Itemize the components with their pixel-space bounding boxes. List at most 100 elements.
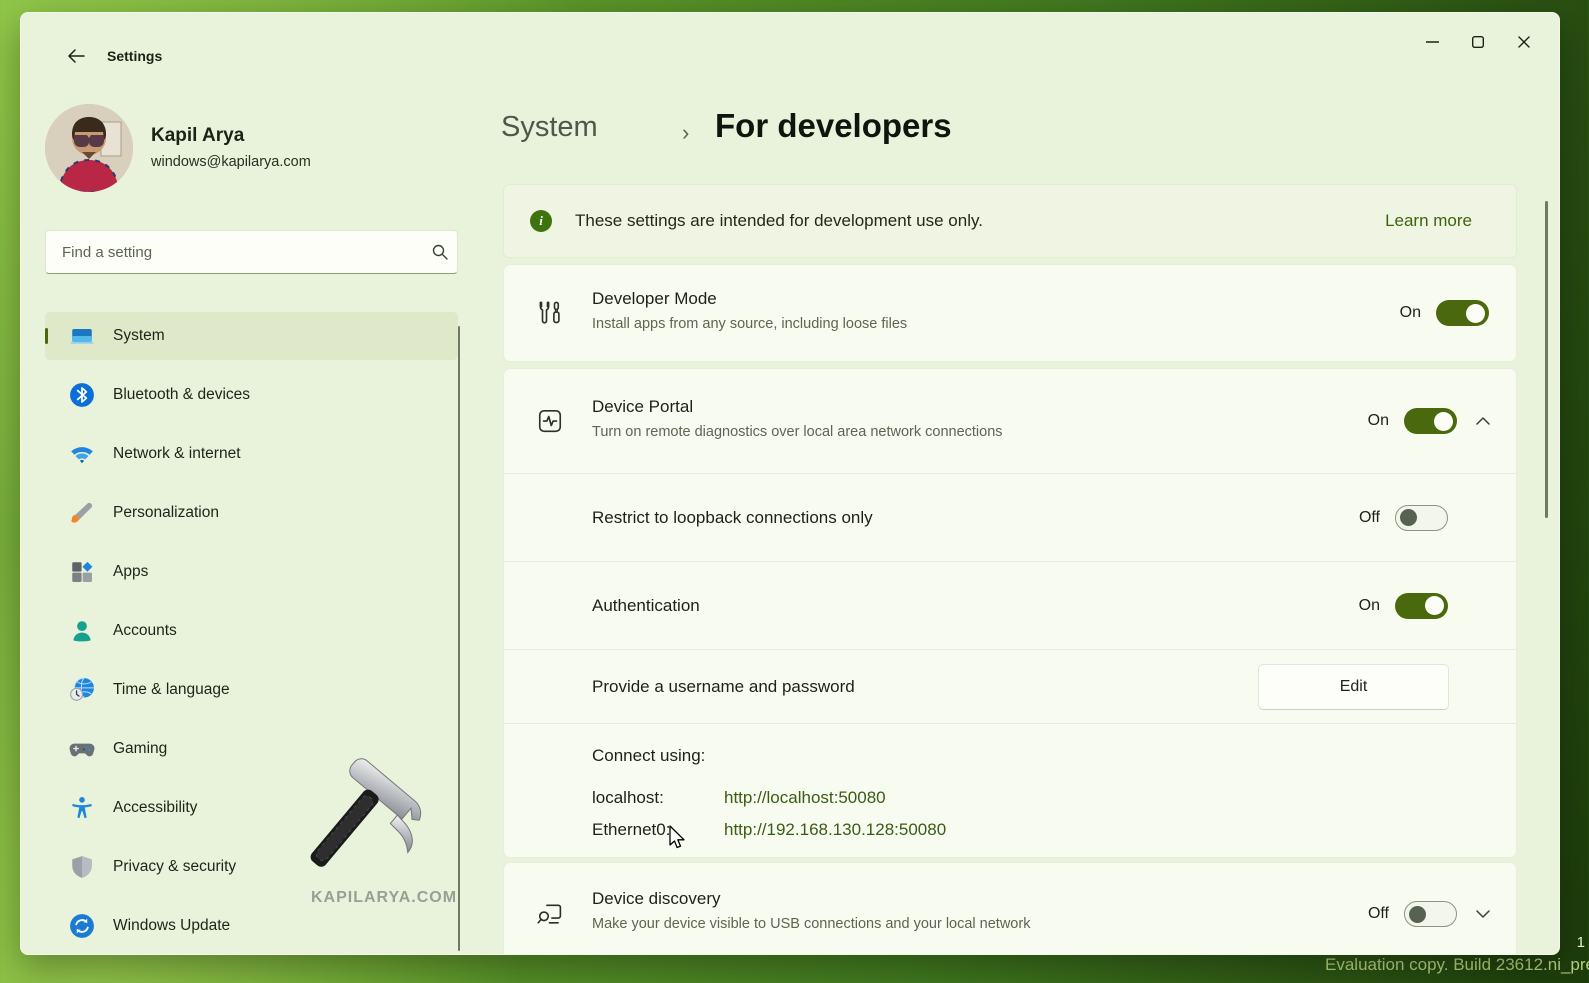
search-box[interactable] (45, 230, 458, 274)
sidebar-item-label: System (113, 327, 165, 345)
sidebar-item-accounts[interactable]: Accounts (45, 607, 458, 655)
network-icon (69, 441, 95, 467)
connect-ethernet-url[interactable]: http://192.168.130.128:50080 (724, 820, 946, 840)
banner-text: These settings are intended for developm… (575, 211, 983, 231)
search-icon[interactable] (423, 244, 457, 260)
sidebar-item-label: Gaming (113, 740, 167, 758)
sidebar-scrollbar[interactable] (458, 326, 460, 951)
accessibility-icon (69, 795, 95, 821)
sidebar-item-windows-update[interactable]: Windows Update (45, 902, 458, 950)
device-discovery-icon (535, 899, 565, 929)
sidebar-item-label: Privacy & security (113, 858, 236, 876)
authentication-title: Authentication (592, 596, 700, 616)
sidebar-item-label: Accessibility (113, 799, 197, 817)
developer-mode-card: Developer Mode Install apps from any sou… (503, 264, 1517, 362)
developer-mode-subtitle: Install apps from any source, including … (592, 316, 907, 332)
dev-warning-banner: i These settings are intended for develo… (503, 184, 1517, 258)
sidebar-item-label: Apps (113, 563, 148, 581)
evaluation-watermark: Evaluation copy. Build 23612.ni_pre (1325, 955, 1589, 975)
back-arrow-icon (67, 49, 85, 63)
page-title: For developers (715, 107, 952, 145)
restrict-loopback-state: Off (1359, 509, 1380, 527)
minimize-button[interactable] (1409, 23, 1455, 61)
system-icon (69, 323, 95, 349)
sidebar-item-personalization[interactable]: Personalization (45, 489, 458, 537)
maximize-button[interactable] (1455, 23, 1501, 61)
sidebar-item-gaming[interactable]: Gaming (45, 725, 458, 773)
accounts-icon (69, 618, 95, 644)
device-discovery-state: Off (1368, 905, 1389, 923)
close-icon (1518, 36, 1530, 48)
sidebar-item-label: Bluetooth & devices (113, 386, 250, 404)
window-title: Settings (107, 48, 162, 64)
maximize-icon (1472, 36, 1484, 48)
profile-name: Kapil Arya (151, 125, 244, 147)
developer-mode-toggle[interactable] (1436, 300, 1489, 326)
sidebar-item-label: Windows Update (113, 917, 230, 935)
device-discovery-toggle[interactable] (1404, 901, 1457, 927)
device-portal-subtitle: Turn on remote diagnostics over local ar… (592, 424, 1003, 440)
device-portal-card: Device Portal Turn on remote diagnostics… (503, 368, 1517, 858)
developer-mode-icon (535, 298, 565, 328)
sidebar-item-accessibility[interactable]: Accessibility (45, 784, 458, 832)
search-input[interactable] (46, 244, 423, 261)
breadcrumb-separator: › (682, 120, 689, 146)
apps-icon (69, 559, 95, 585)
gaming-icon (69, 736, 95, 762)
settings-window: Settings Kapil Arya windows@kapilarya.co… (20, 12, 1560, 955)
sidebar-nav: System Bluetooth & devices Network & int… (45, 312, 458, 955)
sidebar-item-apps[interactable]: Apps (45, 548, 458, 596)
sidebar-item-label: Accounts (113, 622, 177, 640)
developer-mode-title: Developer Mode (592, 289, 717, 309)
edit-button[interactable]: Edit (1258, 664, 1449, 710)
sidebar-item-label: Network & internet (113, 445, 241, 463)
credentials-row: Provide a username and password Edit (504, 649, 1516, 723)
authentication-state: On (1359, 597, 1380, 615)
chevron-down-icon[interactable] (1476, 910, 1490, 918)
restrict-loopback-row: Restrict to loopback connections only Of… (504, 473, 1516, 561)
device-discovery-title: Device discovery (592, 889, 721, 909)
chevron-up-icon[interactable] (1476, 417, 1490, 425)
profile-email: windows@kapilarya.com (151, 154, 311, 170)
back-button[interactable] (61, 41, 91, 71)
bluetooth-icon (69, 382, 95, 408)
breadcrumb-parent[interactable]: System (501, 111, 598, 144)
device-discovery-header[interactable]: Device discovery Make your device visibl… (504, 863, 1516, 955)
learn-more-link[interactable]: Learn more (1385, 211, 1472, 231)
personalization-icon (69, 500, 95, 526)
connect-using-row: Connect using: localhost: http://localho… (504, 723, 1516, 859)
avatar-photo (45, 104, 133, 192)
close-button[interactable] (1501, 23, 1547, 61)
avatar[interactable] (45, 104, 133, 192)
connect-using-heading: Connect using: (592, 746, 705, 766)
connect-localhost-label: localhost: (592, 788, 664, 808)
restrict-loopback-title: Restrict to loopback connections only (592, 508, 873, 528)
device-portal-title: Device Portal (592, 397, 693, 417)
authentication-row: Authentication On (504, 561, 1516, 649)
sidebar-item-system[interactable]: System (45, 312, 458, 360)
sidebar-item-label: Personalization (113, 504, 219, 522)
sidebar-item-time-language[interactable]: Time & language (45, 666, 458, 714)
device-portal-icon (535, 406, 565, 436)
restrict-loopback-toggle[interactable] (1395, 505, 1448, 531)
privacy-security-icon (69, 854, 95, 880)
device-discovery-card: Device discovery Make your device visibl… (503, 862, 1517, 955)
desktop-corner-text: 1 (1577, 934, 1585, 951)
minimize-icon (1426, 41, 1439, 43)
main-scrollbar[interactable] (1545, 201, 1548, 518)
watermark-text: KAPILARYA.COM (299, 889, 469, 907)
connect-localhost-url[interactable]: http://localhost:50080 (724, 788, 886, 808)
developer-mode-state: On (1400, 304, 1421, 322)
sidebar-item-network[interactable]: Network & internet (45, 430, 458, 478)
connect-ethernet-label: Ethernet0: (592, 820, 670, 840)
windows-update-icon (69, 913, 95, 939)
device-portal-state: On (1368, 412, 1389, 430)
authentication-toggle[interactable] (1395, 593, 1448, 619)
credentials-title: Provide a username and password (592, 677, 855, 697)
sidebar-item-bluetooth[interactable]: Bluetooth & devices (45, 371, 458, 419)
time-language-icon (69, 677, 95, 703)
sidebar-item-privacy[interactable]: Privacy & security (45, 843, 458, 891)
device-portal-toggle[interactable] (1404, 408, 1457, 434)
device-portal-header[interactable]: Device Portal Turn on remote diagnostics… (504, 369, 1516, 473)
device-discovery-subtitle: Make your device visible to USB connecti… (592, 916, 1030, 932)
